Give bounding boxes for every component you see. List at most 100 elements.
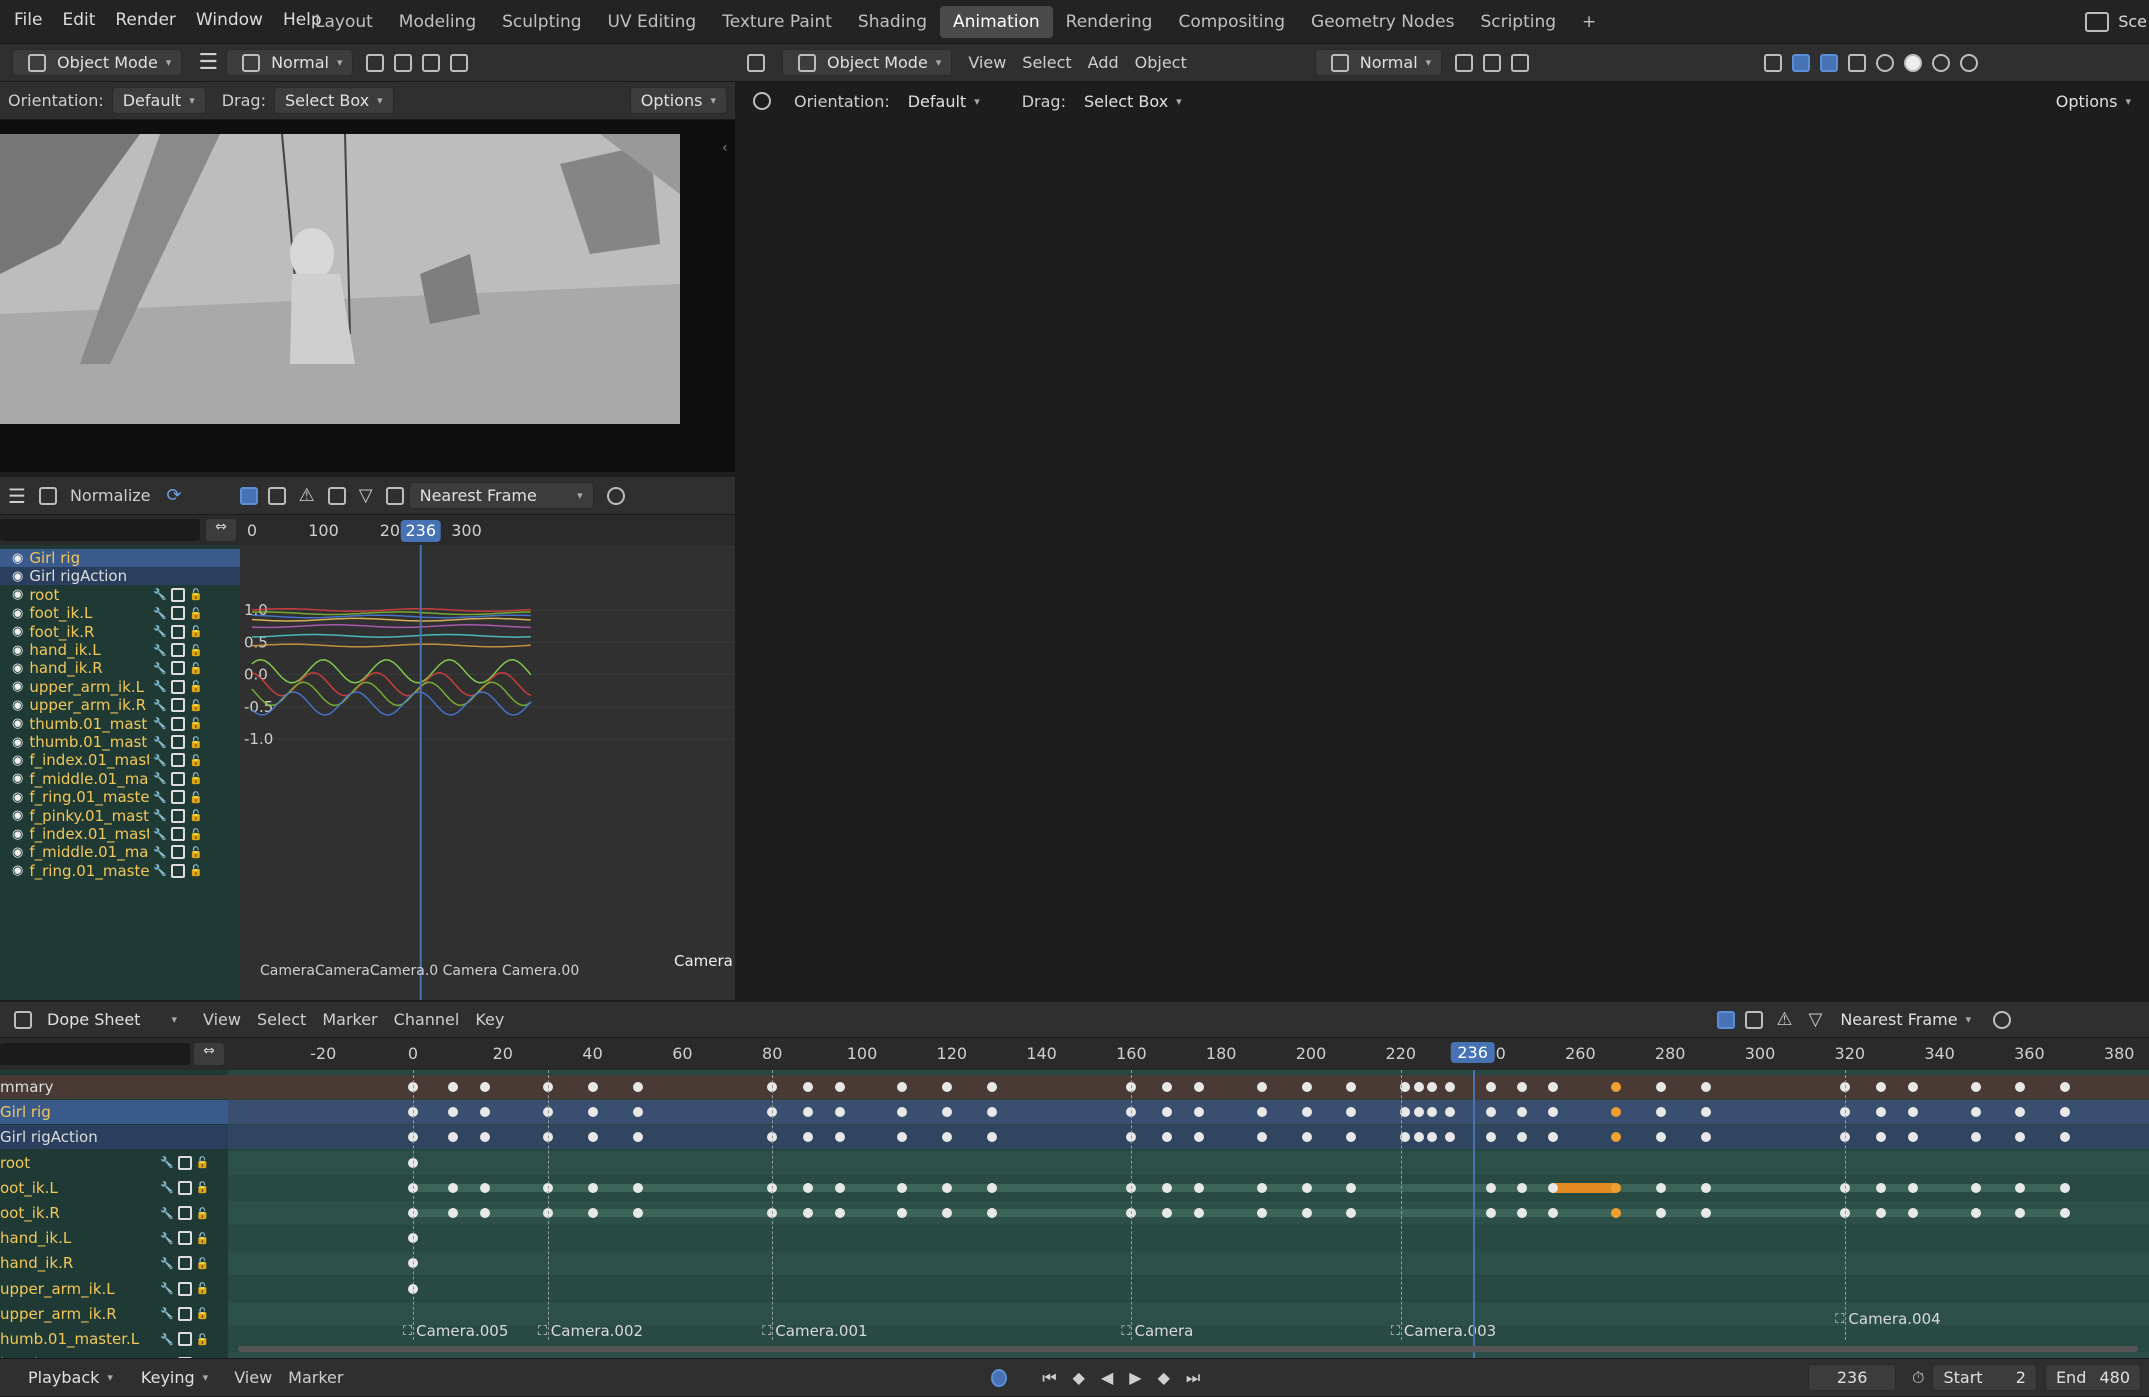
orientation-dropdown[interactable]: Default ▾ (111, 87, 206, 114)
zoom-icon[interactable]: ⌕ (2110, 250, 2121, 274)
lock-icon[interactable]: 🔓 (189, 809, 203, 822)
graph-curve[interactable] (251, 658, 532, 684)
graph-channel-row[interactable]: ◉ f_pinky.01_mast 🔧 🔓 (0, 807, 240, 825)
wrench-icon[interactable]: 🔧 (153, 699, 167, 712)
keyframe[interactable] (1346, 1132, 1357, 1143)
eye-icon[interactable]: ◉ (12, 735, 23, 750)
keyframe[interactable] (1162, 1208, 1173, 1218)
keyframe[interactable] (987, 1132, 998, 1143)
pan-hand-icon[interactable]: ✋ (2110, 290, 2135, 314)
timeline-view-menu[interactable]: View (234, 1368, 272, 1387)
timeline-marker[interactable]: ⛶ Camera.001 (762, 1322, 867, 1340)
eye-icon[interactable]: ◉ (12, 771, 23, 786)
proportional-icon[interactable] (394, 53, 413, 72)
keyframe[interactable] (1427, 1132, 1438, 1143)
menu-edit[interactable]: Edit (52, 10, 105, 30)
keyframe[interactable] (1517, 1082, 1528, 1092)
menu-icon[interactable]: ☰ (198, 50, 218, 75)
keyframe[interactable] (1346, 1208, 1357, 1218)
keyframe[interactable] (1701, 1107, 1712, 1118)
lock-icon[interactable]: 🔓 (189, 662, 203, 675)
keyframe[interactable] (1970, 1182, 1981, 1193)
keyframe[interactable] (897, 1132, 908, 1143)
keyframe[interactable] (479, 1132, 490, 1143)
play-icon[interactable]: ▶ (1129, 1368, 1141, 1387)
eye-icon[interactable]: ◉ (12, 698, 23, 713)
playback-menu[interactable]: Playback ▾ (18, 1365, 123, 1390)
ds-marker-menu[interactable]: Marker (322, 1010, 377, 1029)
checkbox-icon[interactable] (171, 771, 186, 786)
keyframe[interactable] (1485, 1132, 1496, 1143)
tab-scripting[interactable]: Scripting (1467, 6, 1569, 38)
swap-arrows-icon[interactable]: ⇔ (206, 519, 236, 541)
lock-icon[interactable]: 🔓 (196, 1333, 210, 1346)
wrench-icon[interactable]: 🔧 (160, 1333, 174, 1346)
checkbox-icon[interactable] (171, 845, 186, 860)
tab--[interactable]: + (1569, 6, 1609, 38)
snap-icon[interactable] (366, 53, 385, 72)
graph-camera-marker[interactable]: Camera (674, 952, 733, 970)
graph-channel-row[interactable]: ◉ thumb.01_mast 🔧 🔓 (0, 733, 240, 751)
lock-icon[interactable]: 🔓 (196, 1156, 210, 1169)
keyframe[interactable] (1485, 1107, 1496, 1118)
eye-icon[interactable]: ◉ (12, 845, 23, 860)
keyframe[interactable] (632, 1182, 643, 1193)
keyframe[interactable] (1346, 1182, 1357, 1193)
keyframe[interactable] (2015, 1107, 2026, 1118)
wrench-icon[interactable]: 🔧 (153, 754, 167, 767)
keyframe[interactable] (1611, 1107, 1622, 1118)
keyframe[interactable] (1656, 1182, 1667, 1193)
keyframe[interactable] (942, 1082, 953, 1092)
timeline-marker[interactable]: ⛶ Camera.002 (538, 1322, 643, 1340)
drag-dropdown[interactable]: Select Box ▾ (273, 87, 394, 114)
prev-keyframe-icon[interactable]: ◆ (1073, 1368, 1085, 1387)
wrench-icon[interactable]: 🔧 (153, 607, 167, 620)
keyframe[interactable] (1876, 1182, 1887, 1193)
gizmo-toggle-icon[interactable] (1792, 53, 1811, 72)
keyframe[interactable] (1876, 1132, 1887, 1143)
proportional-icon[interactable] (1511, 53, 1530, 72)
keyframe[interactable] (587, 1107, 598, 1118)
graph-curve[interactable] (251, 643, 531, 648)
graph-curve[interactable] (251, 617, 531, 622)
keyframe[interactable] (942, 1208, 953, 1218)
keyframe[interactable] (1256, 1208, 1267, 1218)
lock-icon[interactable]: 🔓 (189, 625, 203, 638)
keyframe[interactable] (587, 1132, 598, 1143)
lock-icon[interactable]: 🔓 (189, 736, 203, 749)
gizmo-icon[interactable] (450, 53, 469, 72)
material-shading-icon[interactable] (1932, 53, 1951, 72)
wrench-icon[interactable]: 🔧 (160, 1282, 174, 1295)
graph-snap-dropdown[interactable]: Nearest Frame ▾ (408, 482, 594, 509)
keyframe[interactable] (1256, 1132, 1267, 1143)
ds-channel-row[interactable]: hand_ik.L 🔧 🔓 (0, 1226, 228, 1250)
checkbox-icon[interactable] (171, 661, 186, 676)
wrench-icon[interactable]: 🔧 (160, 1257, 174, 1270)
ds-channel-row[interactable]: mmary (0, 1075, 228, 1099)
tab-layout[interactable]: Layout (302, 6, 386, 38)
viewport-orientation-dropdown[interactable]: Normal ▾ (1314, 49, 1443, 76)
lock-icon[interactable]: 🔓 (189, 717, 203, 730)
ds-warning-icon[interactable]: ⚠ (1776, 1009, 1792, 1030)
keyframe[interactable] (1413, 1132, 1424, 1143)
checkbox-icon[interactable] (177, 1256, 192, 1271)
keyframe[interactable] (1162, 1107, 1173, 1118)
keyframe[interactable] (2015, 1082, 2026, 1092)
keyframe[interactable] (1256, 1107, 1267, 1118)
checkbox-icon[interactable] (171, 808, 186, 823)
viewport-drag-select[interactable]: Select Box ▾ (1074, 89, 1192, 114)
keyframe[interactable] (1656, 1132, 1667, 1143)
graph-channel-row[interactable]: ◉ f_middle.01_ma 🔧 🔓 (0, 770, 240, 788)
keyframe[interactable] (632, 1107, 643, 1118)
keyframe[interactable] (587, 1082, 598, 1092)
keyframe[interactable] (2060, 1182, 2071, 1193)
camera-view-icon[interactable]: ◙ (2110, 332, 2127, 353)
keyframe[interactable] (1427, 1082, 1438, 1092)
ds-view-menu[interactable]: View (203, 1010, 241, 1029)
keyframe[interactable] (1907, 1107, 1918, 1118)
object-menu[interactable]: Object (1135, 53, 1187, 72)
tab-shading[interactable]: Shading (845, 6, 940, 38)
ds-channel-row[interactable]: oot_ik.L 🔧 🔓 (0, 1176, 228, 1200)
ds-show-hidden-icon[interactable] (1745, 1010, 1764, 1029)
mode-dropdown[interactable]: Object Mode ▾ (12, 49, 183, 76)
